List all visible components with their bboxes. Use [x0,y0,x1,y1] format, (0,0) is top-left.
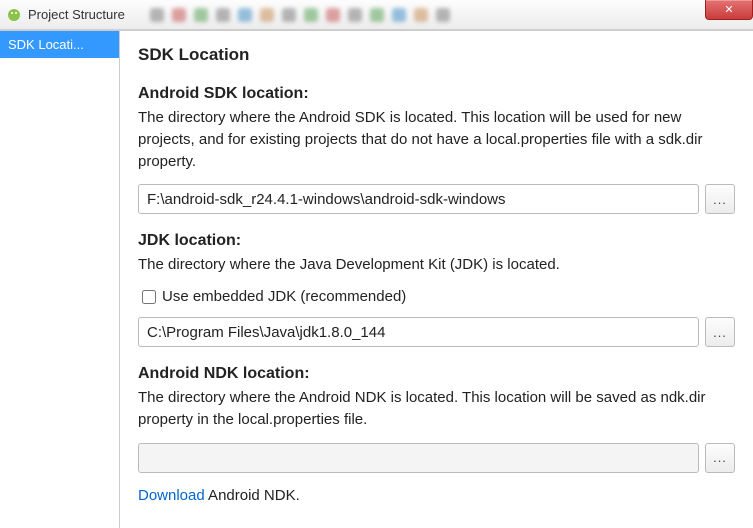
sdk-browse-button[interactable]: ... [705,184,735,214]
ndk-input-row: ... [138,443,735,473]
jdk-heading: JDK location: [138,232,735,250]
body-area: SDK Locati... SDK Location Android SDK l… [0,30,753,528]
ndk-browse-button[interactable]: ... [705,443,735,473]
app-icon [6,7,22,23]
jdk-browse-button[interactable]: ... [705,317,735,347]
download-ndk-rest: Android NDK. [205,487,300,504]
sdk-heading: Android SDK location: [138,85,735,103]
jdk-embedded-checkbox-row[interactable]: Use embedded JDK (recommended) [142,288,735,305]
sidebar: SDK Locati... [0,31,120,528]
sdk-input-row: ... [138,184,735,214]
sdk-path-input[interactable] [138,184,699,214]
titlebar: Project Structure ✕ [0,0,753,30]
window-title: Project Structure [28,7,125,22]
sidebar-item-sdk-location[interactable]: SDK Locati... [0,31,119,58]
download-ndk-link[interactable]: Download [138,487,205,504]
jdk-embedded-checkbox[interactable] [142,290,156,304]
titlebar-background-blur [150,2,693,27]
content-panel: SDK Location Android SDK location: The d… [120,31,753,528]
sdk-description: The directory where the Android SDK is l… [138,107,735,172]
ndk-path-input[interactable] [138,443,699,473]
ndk-download-text: Download Android NDK. [138,487,735,504]
window-close-button[interactable]: ✕ [705,0,753,20]
page-title: SDK Location [138,45,735,65]
ndk-heading: Android NDK location: [138,365,735,383]
jdk-path-input[interactable] [138,317,699,347]
jdk-description: The directory where the Java Development… [138,254,735,276]
sidebar-item-label: SDK Locati... [8,37,84,52]
jdk-embedded-label: Use embedded JDK (recommended) [162,288,406,305]
ndk-description: The directory where the Android NDK is l… [138,387,735,431]
jdk-input-row: ... [138,317,735,347]
